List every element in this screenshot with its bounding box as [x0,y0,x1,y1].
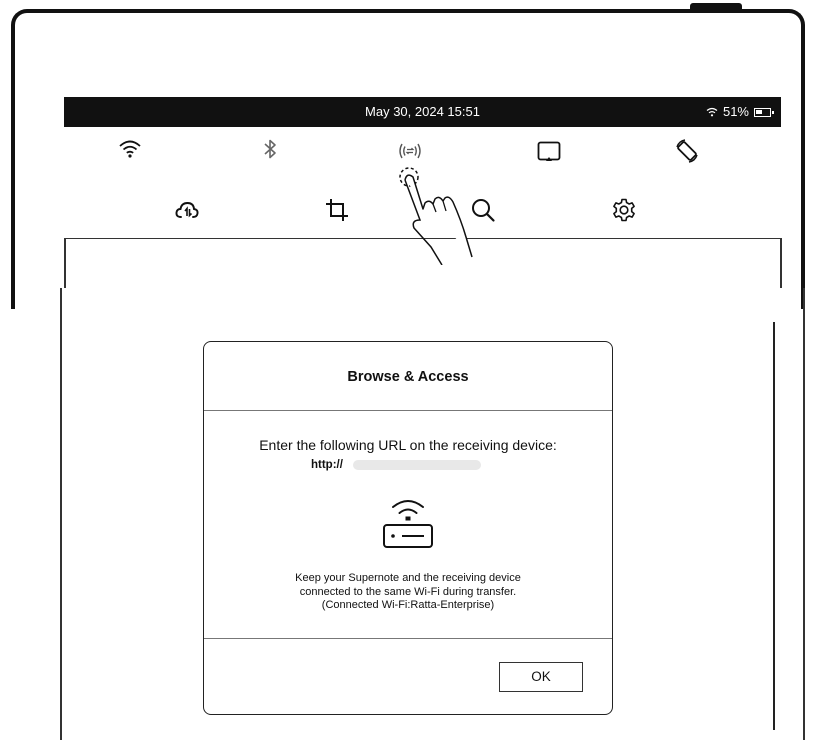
crop-screenshot-icon[interactable] [324,197,350,223]
browse-access-dialog: Browse & Access Enter the following URL … [203,341,613,715]
battery-percentage: 51% [722,104,749,119]
browse-access-icon[interactable] [397,138,423,164]
screen-left-border [64,238,66,288]
wifi-router-icon [383,500,433,548]
dialog-divider [204,638,612,639]
url-instruction: Enter the following URL on the receiving… [259,437,557,453]
scrollbar[interactable] [773,322,775,730]
note-line: connected to the same Wi-Fi during trans… [299,585,517,598]
settings-icon[interactable] [611,197,637,223]
url-prefix: http:// [311,459,343,471]
screen-mirror-icon[interactable] [536,139,562,165]
screen-left-edge [60,288,62,740]
screen-right-edge [803,288,805,740]
url-address-redacted [352,460,481,470]
status-datetime: May 30, 2024 15:51 [365,104,480,119]
tap-gesture-hand-icon [399,167,473,265]
rotate-screen-icon[interactable] [674,138,700,164]
battery-icon [754,107,774,117]
ok-button[interactable]: OK [499,662,583,692]
bluetooth-icon[interactable] [257,136,283,162]
note-line: (Connected Wi-Fi:Ratta-Enterprise) [321,599,495,611]
cloud-sync-icon[interactable] [174,197,200,223]
status-indicators: 51% [706,97,774,127]
screen-right-border [780,238,782,288]
note-line: Keep your Supernote and the receiving de… [295,572,521,584]
status-bar: May 30, 2024 15:51 51% [64,97,781,127]
dialog-title: Browse & Access [204,342,612,411]
wifi-status-icon [706,107,718,117]
wifi-icon[interactable] [117,136,143,162]
url-row: http:// [311,459,481,471]
wifi-note: Keep your Supernote and the receiving de… [204,572,612,613]
